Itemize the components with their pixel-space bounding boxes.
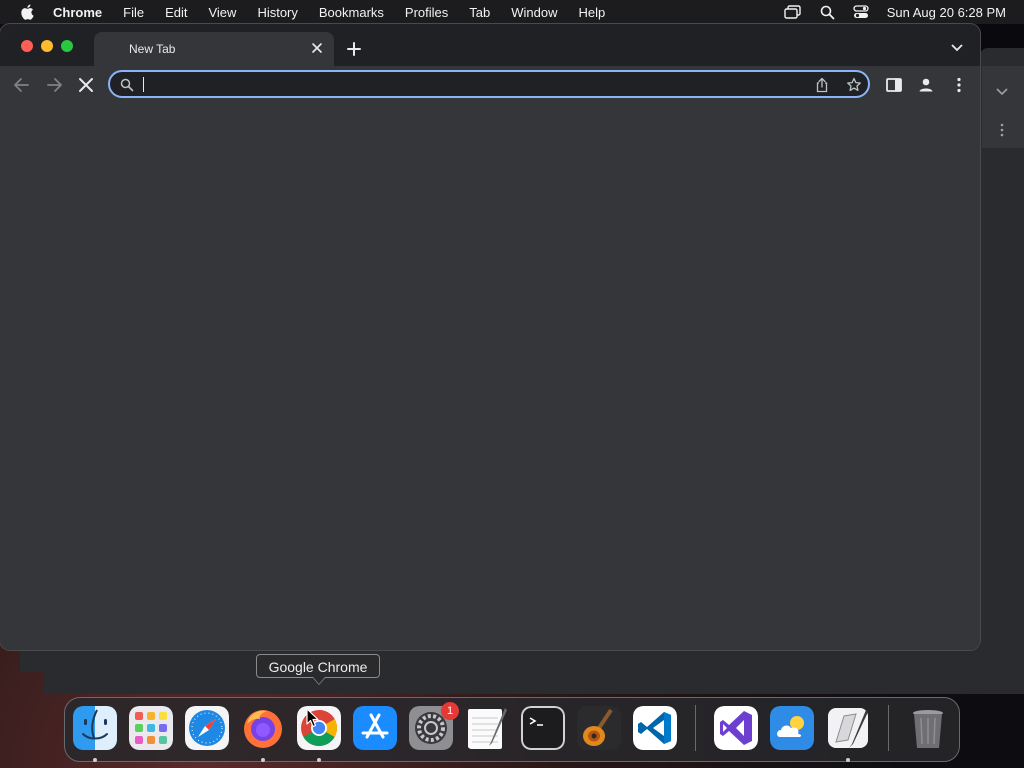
dock-app-weather[interactable] <box>770 706 814 750</box>
browser-toolbar <box>0 66 980 104</box>
stop-loading-icon[interactable] <box>76 75 96 95</box>
address-bar[interactable] <box>108 70 870 98</box>
dock-app-script-editor[interactable] <box>826 706 870 750</box>
menu-bookmarks[interactable]: Bookmarks <box>319 5 384 20</box>
dock-separator <box>695 705 696 751</box>
running-indicator <box>317 758 321 762</box>
launchpad-icon <box>129 706 173 750</box>
dock-app-garageband[interactable] <box>577 706 621 750</box>
dock-app-trash[interactable] <box>906 706 950 750</box>
dock-app-app-store[interactable] <box>353 706 397 750</box>
safari-icon <box>185 706 229 750</box>
app-store-icon <box>353 706 397 750</box>
dock-app-finder[interactable] <box>73 706 117 750</box>
visual-studio-icon <box>714 706 758 750</box>
spotlight-search-icon[interactable] <box>820 5 835 20</box>
vscode-icon <box>633 706 677 750</box>
more-vertical-icon <box>1000 123 1004 137</box>
dock-tooltip: Google Chrome <box>256 654 380 678</box>
garageband-icon <box>577 706 621 750</box>
finder-icon <box>73 706 117 750</box>
textedit-icon <box>468 708 507 749</box>
weather-icon <box>770 706 814 750</box>
menu-window[interactable]: Window <box>511 5 557 20</box>
menu-file[interactable]: File <box>123 5 144 20</box>
background-window-toolbar <box>982 66 1024 148</box>
dock-app-textedit[interactable] <box>465 706 509 750</box>
menu-profiles[interactable]: Profiles <box>405 5 448 20</box>
running-indicator <box>846 758 850 762</box>
menu-view[interactable]: View <box>208 5 236 20</box>
menu-status-area: Sun Aug 20 6:28 PM <box>784 0 1006 24</box>
control-center-icon[interactable] <box>853 5 869 19</box>
apple-logo-icon[interactable] <box>20 4 34 20</box>
firefox-icon <box>244 710 282 748</box>
screen-mirroring-icon[interactable] <box>784 5 802 19</box>
menu-clock[interactable]: Sun Aug 20 6:28 PM <box>887 5 1006 20</box>
script-editor-icon <box>828 708 868 748</box>
search-icon <box>120 78 134 92</box>
back-arrow-icon[interactable] <box>12 75 32 95</box>
new-tab-plus-icon[interactable] <box>346 41 362 57</box>
running-indicator <box>261 758 265 762</box>
tab-new-tab[interactable]: New Tab <box>94 32 334 66</box>
address-input[interactable] <box>140 75 784 95</box>
dock-app-terminal[interactable] <box>521 706 565 750</box>
menu-tab[interactable]: Tab <box>469 5 490 20</box>
bookmark-star-icon[interactable] <box>846 77 862 93</box>
tab-search-chevron-icon[interactable] <box>951 43 963 53</box>
dock-app-vscode[interactable] <box>633 706 677 750</box>
chevron-down-icon <box>996 88 1008 96</box>
dock-app-launchpad[interactable] <box>129 706 173 750</box>
forward-arrow-icon[interactable] <box>44 75 64 95</box>
menu-help[interactable]: Help <box>579 5 606 20</box>
dock-app-firefox[interactable] <box>241 706 285 750</box>
page-content <box>0 104 980 650</box>
background-window <box>44 646 1024 694</box>
window-minimize-button[interactable] <box>41 40 53 52</box>
dock-separator <box>888 705 889 751</box>
menu-history[interactable]: History <box>257 5 297 20</box>
menu-app-name[interactable]: Chrome <box>53 5 102 20</box>
terminal-icon <box>521 706 565 750</box>
text-caret <box>143 77 144 92</box>
notification-badge: 1 <box>441 702 459 720</box>
dock-app-safari[interactable] <box>185 706 229 750</box>
tab-strip: New Tab <box>0 24 980 66</box>
trash-icon <box>913 710 943 748</box>
profile-icon[interactable] <box>917 76 935 94</box>
more-menu-icon[interactable] <box>950 76 968 94</box>
menu-edit[interactable]: Edit <box>165 5 187 20</box>
window-close-button[interactable] <box>21 40 33 52</box>
mouse-cursor-icon <box>306 708 319 728</box>
share-icon[interactable] <box>814 77 830 93</box>
dock-tooltip-arrow-fill <box>313 677 325 684</box>
tab-title: New Tab <box>129 42 176 56</box>
side-panel-icon[interactable] <box>885 76 903 94</box>
window-zoom-button[interactable] <box>61 40 73 52</box>
browser-window: New Tab <box>0 24 980 650</box>
dock-app-visual-studio[interactable] <box>714 706 758 750</box>
menu-bar: Chrome File Edit View History Bookmarks … <box>0 0 1024 24</box>
running-indicator <box>93 758 97 762</box>
tab-close-icon[interactable] <box>310 41 324 55</box>
